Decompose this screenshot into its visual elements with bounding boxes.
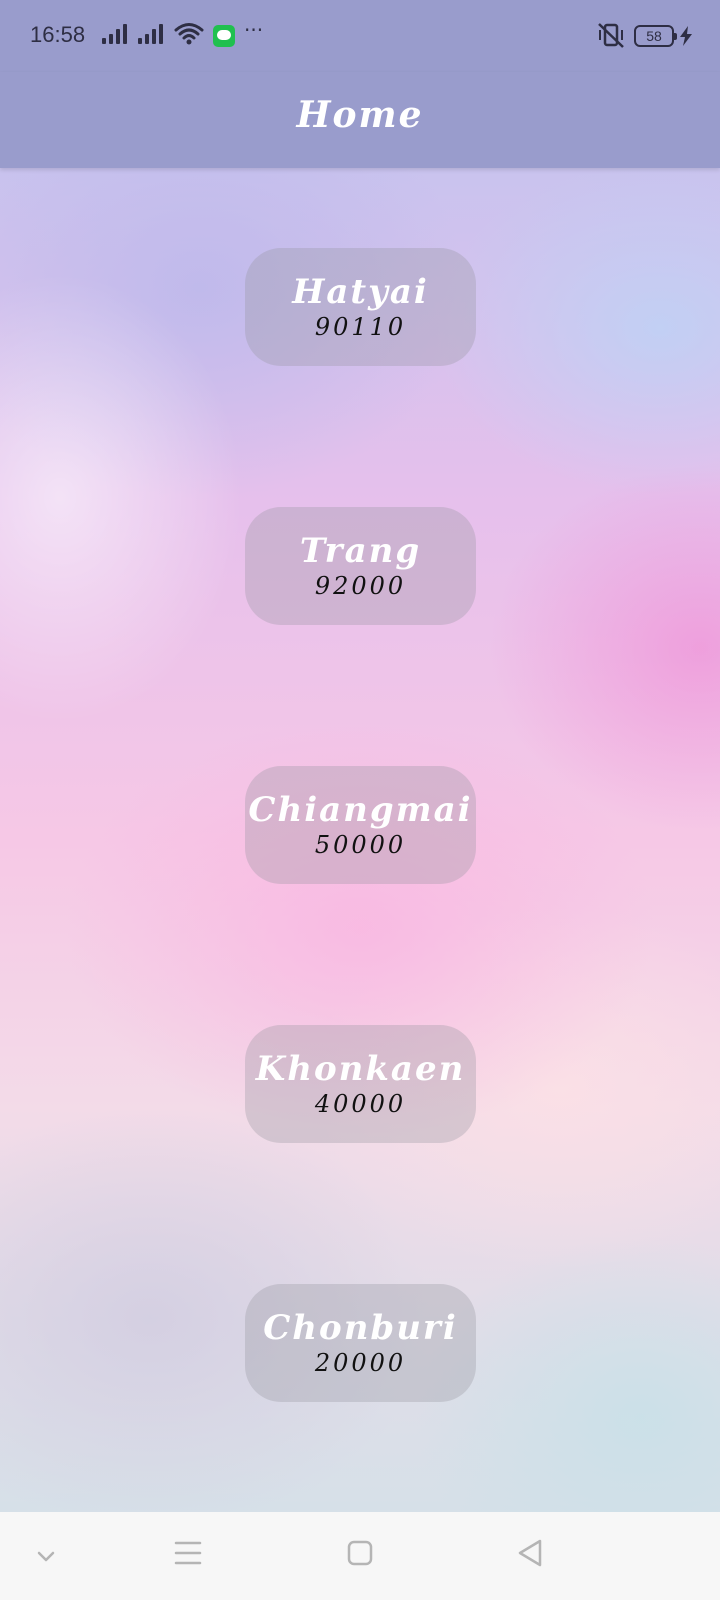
- city-card-chonburi[interactable]: Chonburi 20000: [245, 1284, 476, 1402]
- more-dots-icon: ···: [244, 18, 264, 42]
- city-name: Khonkaen: [255, 1049, 466, 1089]
- city-card-chiangmai[interactable]: Chiangmai 50000: [245, 766, 476, 884]
- city-name: Chiangmai: [248, 790, 473, 830]
- vibrate-off-icon: [598, 23, 624, 48]
- city-name: Trang: [299, 531, 422, 571]
- city-postal-code: 20000: [314, 1349, 407, 1377]
- page-title: Home: [296, 94, 424, 136]
- menu-icon[interactable]: [174, 1540, 202, 1566]
- city-card-trang[interactable]: Trang 92000: [245, 507, 476, 625]
- home-square-icon[interactable]: [347, 1540, 373, 1566]
- city-postal-code: 50000: [314, 831, 407, 859]
- signal-icon: [102, 24, 130, 44]
- wifi-icon: [174, 23, 204, 45]
- city-card-khonkaen[interactable]: Khonkaen 40000: [245, 1025, 476, 1143]
- content-area: Hatyai 90110 Trang 92000 Chiangmai 50000…: [0, 168, 720, 1512]
- status-bar: 16:58 ··· 58: [0, 0, 720, 72]
- chevron-down-icon[interactable]: [36, 1550, 56, 1564]
- battery-icon: 58: [634, 25, 677, 47]
- status-time: 16:58: [30, 22, 86, 47]
- city-card-hatyai[interactable]: Hatyai 90110: [245, 248, 476, 366]
- city-name: Hatyai: [292, 272, 429, 312]
- charging-icon: [680, 26, 692, 46]
- city-name: Chonburi: [263, 1308, 458, 1348]
- back-triangle-icon[interactable]: [516, 1538, 544, 1568]
- city-postal-code: 92000: [314, 572, 407, 600]
- app-bar: Home: [0, 72, 720, 168]
- city-postal-code: 40000: [314, 1090, 407, 1118]
- line-app-icon: [213, 25, 235, 47]
- system-nav-bar: [0, 1512, 720, 1600]
- signal-icon-2: [138, 24, 166, 44]
- city-postal-code: 90110: [314, 313, 407, 341]
